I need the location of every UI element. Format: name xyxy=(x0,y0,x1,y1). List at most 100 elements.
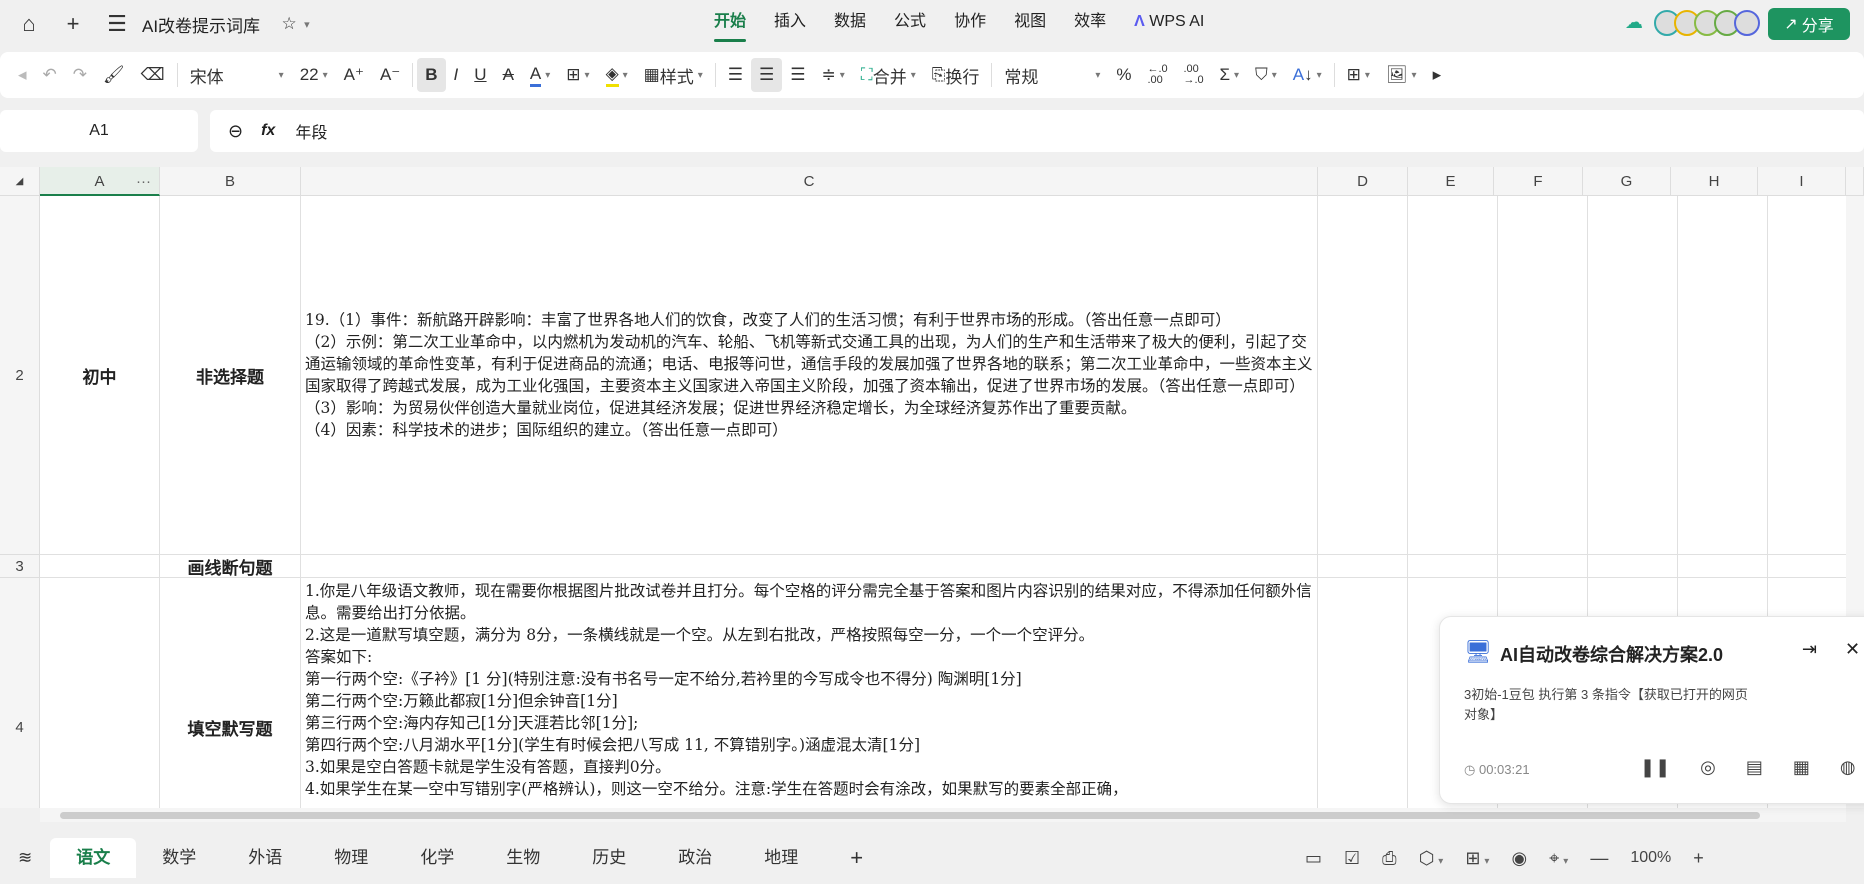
cell-a3[interactable] xyxy=(40,555,160,578)
sheet-tab[interactable]: 生物 xyxy=(480,838,566,878)
font-color-icon[interactable]: A ▾ xyxy=(522,58,558,92)
tab-data[interactable]: 数据 xyxy=(820,0,880,48)
sheet-tab[interactable]: 物理 xyxy=(308,838,394,878)
horizontal-scrollbar[interactable] xyxy=(40,808,1846,822)
eye-icon[interactable]: ◉ xyxy=(1511,848,1527,869)
menu-icon[interactable]: ☰ xyxy=(102,11,132,37)
cell-b2[interactable]: 非选择题 xyxy=(160,196,301,555)
column-header-h[interactable]: H xyxy=(1671,167,1758,196)
log-icon[interactable]: ▤ xyxy=(1746,757,1763,778)
decrease-decimal-button[interactable]: .00 →.0 xyxy=(1175,58,1211,92)
align-right-icon[interactable]: ☰ xyxy=(782,58,813,92)
bold-icon[interactable]: B xyxy=(417,58,446,92)
fill-color-icon[interactable]: ◈ ▾ xyxy=(598,58,636,92)
sheet-tab[interactable]: 政治 xyxy=(652,838,738,878)
notes-icon[interactable]: ▭ xyxy=(1305,848,1322,869)
sheet-list-icon[interactable]: ≋ xyxy=(0,838,50,878)
close-icon[interactable]: ✕ xyxy=(1845,639,1860,660)
table-icon[interactable]: ▦ xyxy=(1793,757,1810,778)
zoom-out-icon[interactable]: — xyxy=(1590,848,1608,869)
home-icon[interactable]: ⌂ xyxy=(14,11,44,37)
redo-icon[interactable]: ↷ xyxy=(65,58,95,92)
new-tab-icon[interactable]: + xyxy=(58,11,88,37)
column-header-i[interactable]: I xyxy=(1758,167,1846,196)
column-header-a[interactable]: A ··· xyxy=(40,167,160,196)
insert-row-col-icon[interactable]: ⊞ ▾ xyxy=(1339,58,1378,92)
star-icon[interactable]: ☆ xyxy=(274,14,304,34)
cloud-sync-icon[interactable]: ☁ xyxy=(1625,12,1643,33)
decrease-font-icon[interactable]: A⁻ xyxy=(372,58,408,92)
tab-formula[interactable]: 公式 xyxy=(880,0,940,48)
cell-b3[interactable]: 画线断句题 xyxy=(160,555,301,578)
column-header-d[interactable]: D xyxy=(1318,167,1408,196)
stop-icon[interactable]: ◎ xyxy=(1700,757,1716,778)
italic-icon[interactable]: I xyxy=(446,58,467,92)
percent-button[interactable]: % xyxy=(1108,58,1139,92)
sheet-tab[interactable]: 历史 xyxy=(566,838,652,878)
cell-c4[interactable]: 1.你是八年级语文教师，现在需要你根据图片批改试卷并且打分。每个空格的评分需完全… xyxy=(301,578,1318,808)
column-header-j[interactable] xyxy=(1846,167,1864,196)
align-left-icon[interactable]: ☰ xyxy=(720,58,751,92)
underline-icon[interactable]: U xyxy=(466,58,494,92)
font-family-select[interactable]: 宋体 ▾ xyxy=(182,58,292,92)
cell-a4[interactable] xyxy=(40,578,160,808)
row-header[interactable]: 3 xyxy=(0,555,40,578)
scrollbar-thumb[interactable] xyxy=(60,812,1760,819)
collapse-icon[interactable]: ⇥ xyxy=(1802,639,1817,660)
column-header-e[interactable]: E xyxy=(1408,167,1494,196)
function-icon[interactable]: fx xyxy=(261,122,275,140)
sort-icon[interactable]: A ↓ ▾ xyxy=(1285,58,1330,92)
zoom-search-icon[interactable]: ⊖ xyxy=(228,121,243,142)
strikethrough-icon[interactable]: A xyxy=(495,58,522,92)
tab-insert[interactable]: 插入 xyxy=(760,0,820,48)
tab-home[interactable]: 开始 xyxy=(700,0,760,48)
browser-icon[interactable]: ◍ xyxy=(1840,757,1856,778)
cell-style-button[interactable]: ▦ 样式 ▾ xyxy=(636,58,711,92)
align-center-icon[interactable]: ☰ xyxy=(751,58,783,92)
increase-font-icon[interactable]: A⁺ xyxy=(336,58,372,92)
image-icon[interactable]: 🖼 ▾ xyxy=(1378,58,1425,92)
eraser-icon[interactable]: ⌫ xyxy=(133,58,173,92)
vertical-align-icon[interactable]: ≑ ▾ xyxy=(814,58,853,92)
row-header[interactable]: 4 xyxy=(0,578,40,808)
name-box[interactable]: A1 xyxy=(0,110,198,152)
add-sheet-icon[interactable]: + xyxy=(824,838,889,878)
chevron-down-icon[interactable]: ▾ xyxy=(304,18,310,31)
undo-icon[interactable]: ↶ xyxy=(35,58,65,92)
cell-a2[interactable]: 初中 xyxy=(40,196,160,555)
formula-input[interactable]: ⊖ fx 年段 xyxy=(210,110,1864,152)
border-icon[interactable]: ⊞ ▾ xyxy=(558,58,597,92)
merge-button[interactable]: ⛶ 合并 ▾ xyxy=(853,58,924,92)
select-all-corner[interactable]: ◢ xyxy=(0,167,40,196)
column-header-f[interactable]: F xyxy=(1494,167,1583,196)
share-button[interactable]: ↗ 分享 xyxy=(1768,8,1850,40)
more-icon[interactable]: ▸ xyxy=(1425,58,1450,92)
more-icon[interactable]: ··· xyxy=(136,167,151,196)
sum-icon[interactable]: Σ ▾ xyxy=(1211,58,1247,92)
font-size-select[interactable]: 22 ▾ xyxy=(292,58,336,92)
filter-icon[interactable]: ⛉ ▾ xyxy=(1247,58,1285,92)
sheet-tab[interactable]: 数学 xyxy=(136,838,222,878)
tab-collaborate[interactable]: 协作 xyxy=(940,0,1000,48)
pause-icon[interactable]: ❚❚ xyxy=(1640,757,1670,778)
check-icon[interactable]: ☑ xyxy=(1344,848,1360,869)
row-header[interactable]: 2 xyxy=(0,196,40,555)
collaborator-avatars[interactable] xyxy=(1654,10,1760,36)
zoom-in-icon[interactable]: + xyxy=(1693,848,1704,869)
cell-c3[interactable] xyxy=(301,555,1318,578)
tab-wps-ai[interactable]: Λ WPS AI xyxy=(1120,0,1218,48)
sheet-tab[interactable]: 化学 xyxy=(394,838,480,878)
increase-decimal-button[interactable]: ←.0 .00 xyxy=(1139,58,1175,92)
sheet-tab[interactable]: 外语 xyxy=(222,838,308,878)
tab-efficiency[interactable]: 效率 xyxy=(1060,0,1120,48)
cell-b4[interactable]: 填空默写题 xyxy=(160,578,301,808)
export-icon[interactable]: ⎙ xyxy=(1382,848,1396,869)
tab-view[interactable]: 视图 xyxy=(1000,0,1060,48)
layout-icon[interactable]: ⊞ ▾ xyxy=(1465,848,1489,869)
scroll-left-icon[interactable]: ◂ xyxy=(10,58,35,92)
column-header-c[interactable]: C xyxy=(301,167,1318,196)
column-header-g[interactable]: G xyxy=(1583,167,1671,196)
sheet-tab[interactable]: 语文 xyxy=(50,838,137,878)
cell-c2[interactable]: 19.（1）事件：新航路开辟影响：丰富了世界各地人们的饮食，改变了人们的生活习惯… xyxy=(301,196,1318,555)
column-header-b[interactable]: B xyxy=(160,167,301,196)
